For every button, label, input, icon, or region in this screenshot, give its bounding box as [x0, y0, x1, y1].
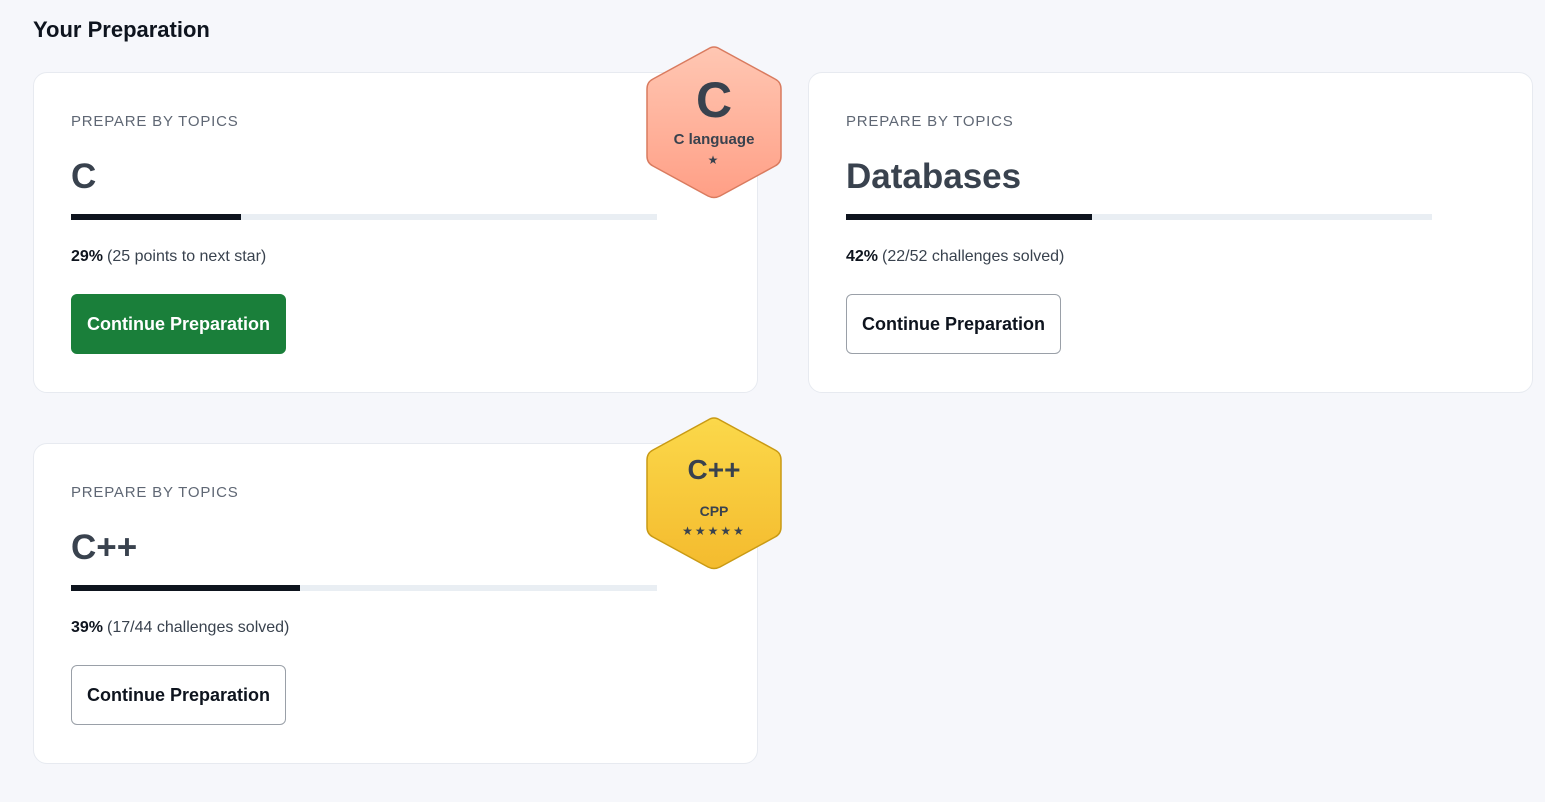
progress-detail: (17/44 challenges solved): [107, 619, 290, 636]
progress-detail: (25 points to next star): [107, 248, 267, 265]
topic-card-databases: PREPARE BY TOPICS Databases 42% (22/52 ch…: [808, 72, 1533, 393]
progress-percent: 42%: [846, 248, 879, 265]
page-title: Your Preparation: [33, 17, 210, 42]
progress-stat: 29% (25 points to next star): [71, 248, 266, 266]
badge-name: CPP: [699, 503, 729, 519]
progress-fill: [71, 585, 300, 591]
continue-preparation-button[interactable]: Continue Preparation: [846, 294, 1062, 354]
topic-title: C++: [71, 528, 138, 567]
progress-stat: 39% (17/44 challenges solved): [71, 619, 289, 637]
card-eyebrow: PREPARE BY TOPICS: [846, 113, 1014, 130]
badge-letter: C: [695, 72, 733, 128]
card-eyebrow: PREPARE BY TOPICS: [71, 113, 239, 130]
progress-percent: 39%: [71, 619, 104, 636]
progress-bar: [71, 214, 657, 220]
topic-title: C: [71, 157, 97, 196]
continue-preparation-button[interactable]: Continue Preparation: [71, 294, 287, 354]
badge-star-icons: ★★★★★: [682, 524, 746, 538]
continue-preparation-button[interactable]: Continue Preparation: [71, 665, 287, 725]
badge-name: C language: [673, 131, 755, 148]
badge-letter: C++: [687, 454, 741, 485]
progress-detail: (22/52 challenges solved): [882, 248, 1065, 265]
card-eyebrow: PREPARE BY TOPICS: [71, 484, 239, 501]
progress-fill: [846, 214, 1093, 220]
progress-percent: 29%: [71, 248, 104, 265]
progress-bar: [71, 585, 657, 591]
cpp-badge: C++ CPP ★★★★★: [644, 416, 784, 571]
progress-bar: [846, 214, 1432, 220]
badge-star-icons: ★: [707, 153, 721, 167]
c-language-badge: C C language ★: [644, 45, 784, 200]
progress-stat: 42% (22/52 challenges solved): [846, 248, 1064, 266]
progress-fill: [71, 214, 241, 220]
hexagon-badge-icon: [646, 417, 782, 570]
topic-title: Databases: [846, 157, 1022, 196]
